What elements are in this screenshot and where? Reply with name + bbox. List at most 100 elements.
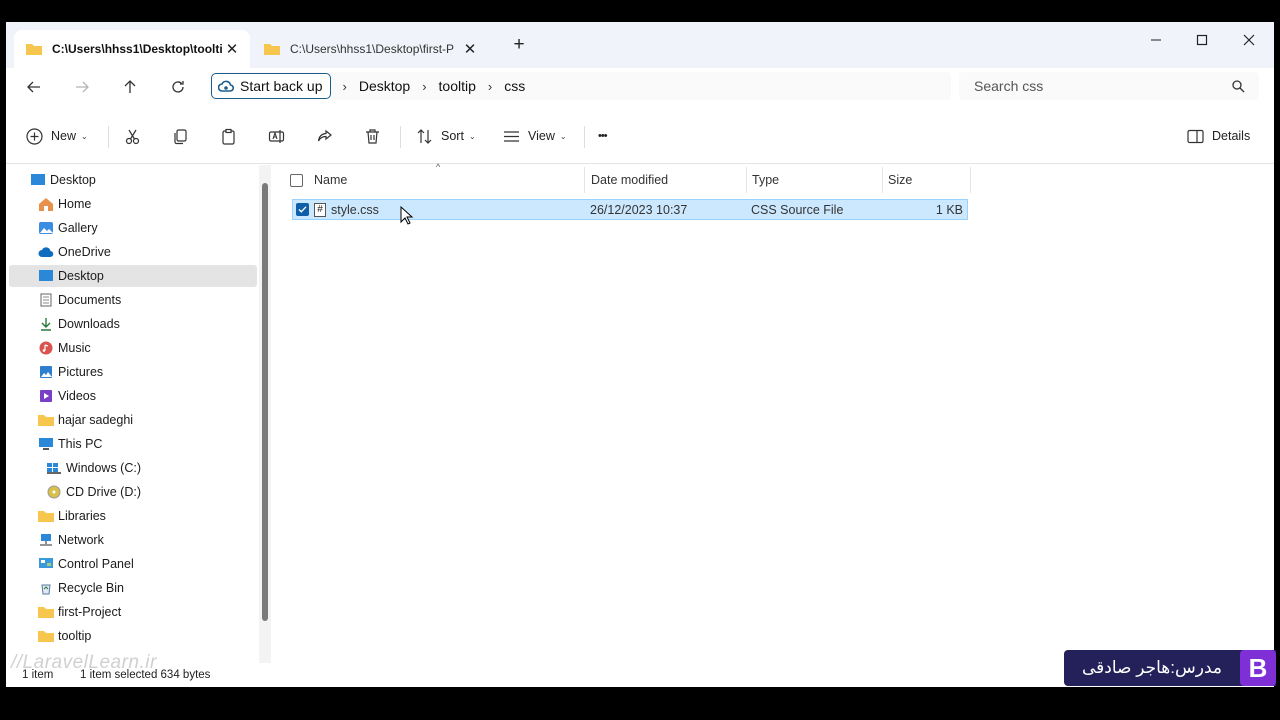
checkmark-icon bbox=[298, 206, 307, 213]
sidebar-item-gallery[interactable]: Gallery bbox=[38, 217, 254, 239]
sidebar-item-videos[interactable]: Videos bbox=[38, 385, 254, 407]
sidebar-item-downloads[interactable]: Downloads bbox=[38, 313, 254, 335]
brand-logo: B bbox=[1240, 650, 1276, 686]
css-file-icon: # bbox=[314, 202, 326, 217]
sidebar-item-cd-drive[interactable]: CD Drive (D:) bbox=[46, 481, 254, 503]
more-options-button[interactable]: ••• bbox=[598, 124, 608, 148]
arrow-right-icon bbox=[76, 81, 89, 93]
sort-label: Sort bbox=[441, 129, 464, 143]
column-header-type[interactable]: Type bbox=[752, 165, 882, 195]
pictures-icon bbox=[38, 365, 54, 379]
refresh-icon bbox=[172, 81, 184, 93]
sidebar-item-windows-c[interactable]: Windows (C:) bbox=[46, 457, 254, 479]
paste-button[interactable] bbox=[220, 124, 237, 148]
column-divider[interactable] bbox=[970, 167, 971, 193]
select-all-checkbox[interactable] bbox=[290, 165, 303, 195]
sidebar-item-onedrive[interactable]: OneDrive bbox=[38, 241, 254, 263]
column-header-name[interactable]: Name bbox=[314, 165, 584, 195]
start-back-up-button[interactable]: Start back up bbox=[211, 73, 331, 99]
sidebar-item-music[interactable]: Music bbox=[38, 337, 254, 359]
sidebar-item-label: first-Project bbox=[58, 605, 122, 619]
sidebar-scrollbar[interactable] bbox=[259, 165, 271, 663]
minimize-button[interactable] bbox=[1133, 26, 1179, 54]
scrollbar-thumb[interactable] bbox=[262, 183, 268, 621]
sidebar-item-home[interactable]: Home bbox=[38, 193, 254, 215]
sidebar-item-libraries[interactable]: Libraries bbox=[38, 505, 254, 527]
sidebar-item-network[interactable]: Network bbox=[38, 529, 254, 551]
column-divider[interactable] bbox=[882, 167, 883, 193]
tab-tooltip[interactable]: C:\Users\hhss1\Desktop\toolti ✕ bbox=[14, 30, 250, 68]
sidebar-item-label: Control Panel bbox=[58, 557, 134, 571]
cut-button[interactable] bbox=[124, 124, 141, 148]
sidebar-item-desktop-root[interactable]: Desktop bbox=[30, 169, 254, 191]
sidebar-item-label: Recycle Bin bbox=[58, 581, 124, 595]
documents-icon bbox=[38, 293, 54, 307]
sidebar-item-pictures[interactable]: Pictures bbox=[38, 361, 254, 383]
sidebar-item-label: Documents bbox=[58, 293, 122, 307]
tab-first-project[interactable]: C:\Users\hhss1\Desktop\first-P ✕ bbox=[252, 30, 488, 68]
sidebar-item-label: hajar sadeghi bbox=[58, 413, 134, 427]
mouse-cursor-icon bbox=[400, 206, 414, 225]
videos-icon bbox=[38, 389, 54, 403]
teacher-badge: مدرس:هاجر صادقی B bbox=[1064, 650, 1276, 686]
column-name-label: Name bbox=[314, 173, 348, 187]
back-button[interactable] bbox=[20, 74, 48, 100]
close-tab-icon[interactable]: ✕ bbox=[224, 40, 240, 58]
sort-button[interactable]: Sort ⌄ bbox=[416, 124, 476, 148]
view-label: View bbox=[528, 129, 555, 143]
search-input[interactable]: Search css bbox=[959, 72, 1259, 100]
file-name[interactable]: style.css bbox=[331, 203, 379, 217]
maximize-button[interactable] bbox=[1179, 26, 1225, 54]
sidebar-item-control-panel[interactable]: Control Panel bbox=[38, 553, 254, 575]
column-divider[interactable] bbox=[584, 167, 585, 193]
column-date-label: Date modified bbox=[591, 173, 669, 187]
forward-button[interactable] bbox=[68, 74, 96, 100]
close-icon bbox=[1243, 34, 1255, 46]
sidebar-item-label: This PC bbox=[58, 437, 103, 451]
details-label: Details bbox=[1212, 129, 1251, 143]
delete-button[interactable] bbox=[364, 124, 381, 148]
breadcrumb-separator: › bbox=[342, 78, 347, 94]
share-button[interactable] bbox=[316, 124, 333, 148]
column-divider[interactable] bbox=[746, 167, 747, 193]
sidebar-item-label: Music bbox=[58, 341, 91, 355]
table-row[interactable]: # style.css 26/12/2023 10:37 CSS Source … bbox=[292, 199, 968, 220]
sidebar-item-first-project[interactable]: first-Project bbox=[38, 601, 254, 623]
breadcrumb-css[interactable]: css bbox=[504, 78, 525, 94]
breadcrumb-tooltip[interactable]: tooltip bbox=[439, 78, 476, 94]
sidebar-item-desktop[interactable]: Desktop bbox=[9, 265, 257, 287]
view-button[interactable]: View ⌄ bbox=[503, 124, 567, 148]
tab-label: C:\Users\hhss1\Desktop\first-P bbox=[290, 42, 455, 56]
copy-button[interactable] bbox=[172, 124, 189, 148]
sidebar-item-hajar-sadeghi[interactable]: hajar sadeghi bbox=[38, 409, 254, 431]
sidebar-item-this-pc[interactable]: This PC bbox=[38, 433, 254, 455]
rename-button[interactable] bbox=[268, 124, 285, 148]
start-back-up-label: Start back up bbox=[240, 78, 323, 94]
navigation-pane: Desktop Home Gallery OneDrive Desktop Do… bbox=[6, 165, 258, 663]
recycle-bin-icon bbox=[38, 581, 54, 595]
sidebar-item-label: OneDrive bbox=[58, 245, 111, 259]
view-list-icon bbox=[504, 130, 519, 142]
new-button[interactable]: New ⌄ bbox=[26, 124, 88, 148]
divider bbox=[400, 126, 401, 148]
column-header-date[interactable]: Date modified bbox=[591, 165, 746, 195]
up-button[interactable] bbox=[116, 74, 144, 100]
sidebar-item-documents[interactable]: Documents bbox=[38, 289, 254, 311]
plus-circle-icon bbox=[26, 127, 43, 145]
row-checkbox[interactable] bbox=[296, 203, 309, 216]
close-window-button[interactable] bbox=[1226, 26, 1272, 54]
file-type: CSS Source File bbox=[751, 203, 844, 217]
file-explorer-window: C:\Users\hhss1\Desktop\toolti ✕ C:\Users… bbox=[6, 22, 1274, 687]
breadcrumb-desktop[interactable]: Desktop bbox=[359, 78, 410, 94]
sidebar-item-label: Home bbox=[58, 197, 92, 211]
refresh-button[interactable] bbox=[164, 74, 192, 100]
sidebar-item-recycle-bin[interactable]: Recycle Bin bbox=[38, 577, 254, 599]
pc-icon bbox=[38, 437, 54, 451]
address-bar[interactable]: Start back up › Desktop › tooltip › css bbox=[209, 72, 951, 100]
column-header-size[interactable]: Size bbox=[888, 165, 968, 195]
sidebar-item-tooltip[interactable]: tooltip bbox=[38, 625, 254, 647]
maximize-icon bbox=[1196, 34, 1208, 46]
close-tab-icon[interactable]: ✕ bbox=[462, 40, 478, 58]
details-button[interactable]: Details bbox=[1187, 124, 1250, 148]
new-tab-button[interactable]: + bbox=[508, 34, 530, 58]
